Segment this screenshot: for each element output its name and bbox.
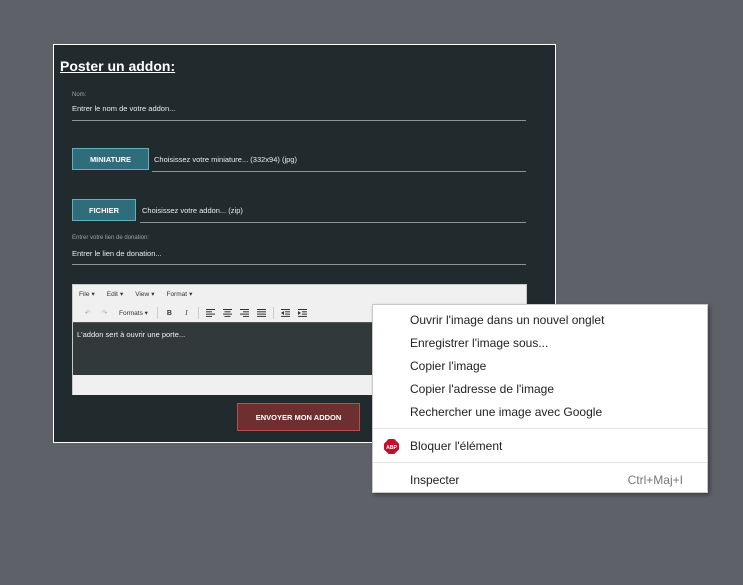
caret-down-icon: ▾ [189,291,193,298]
editor-menubar: File ▾ Edit ▾ View ▾ Format ▾ [73,285,526,303]
ctx-inspect[interactable]: Inspecter Ctrl+Maj+I [373,469,707,491]
donation-input[interactable]: Entrer le lien de donation... [72,249,162,258]
menu-edit-label: Edit [106,290,118,298]
align-right-icon[interactable] [236,306,253,320]
redo-icon[interactable]: ↷ [96,306,113,320]
ctx-save-image-as[interactable]: Enregistrer l'image sous... [373,332,707,354]
menu-view[interactable]: View ▾ [135,290,155,299]
align-center-icon[interactable] [219,306,236,320]
name-label: Nom: [72,92,87,98]
caret-down-icon: ▾ [151,291,155,298]
name-input[interactable]: Entrer le nom de votre addon... [72,104,175,113]
file-button[interactable]: FICHIER [72,199,136,221]
ctx-search-image-google[interactable]: Rechercher une image avec Google [373,401,707,423]
menu-file[interactable]: File ▾ [79,290,95,299]
ctx-copy-image-address[interactable]: Copier l'adresse de l'image [373,378,707,400]
toolbar-divider [197,307,199,319]
undo-icon[interactable]: ↶ [79,306,96,320]
outdent-icon[interactable] [277,306,294,320]
file-underline [140,222,526,223]
align-justify-icon[interactable] [253,306,270,320]
thumbnail-button[interactable]: MINIATURE [72,148,149,170]
formats-label: Formats [119,309,143,317]
menu-file-label: File [79,290,90,298]
ctx-inspect-label: Inspecter [410,473,460,487]
ctx-separator [373,428,707,429]
align-left-icon[interactable] [202,306,219,320]
ctx-inspect-shortcut: Ctrl+Maj+I [627,473,683,487]
menu-edit[interactable]: Edit ▾ [106,290,124,299]
bold-button[interactable]: B [161,306,178,320]
ctx-block-element[interactable]: ABP Bloquer l'élément [373,435,707,457]
context-menu: Ouvrir l'image dans un nouvel onglet Enr… [372,304,708,493]
caret-down-icon: ▾ [144,310,148,317]
page-title: Poster un addon: [60,58,176,74]
ctx-separator [373,462,707,463]
name-input-underline [72,120,526,121]
ctx-block-element-label: Bloquer l'élément [410,439,503,453]
menu-view-label: View [135,290,150,298]
abp-badge-text: ABP [386,445,397,451]
italic-button[interactable]: I [178,306,195,320]
thumbnail-hint: Choisissez votre miniature... (332x94) (… [154,155,297,164]
menu-format-label: Format [166,290,188,298]
adblock-plus-icon: ABP [384,439,399,454]
editor-text: L'addon sert à ouvrir une porte... [77,330,186,339]
ctx-copy-image[interactable]: Copier l'image [373,355,707,377]
donation-label: Entrer votre lien de donation: [72,235,150,241]
menu-format[interactable]: Format ▾ [166,290,193,299]
thumbnail-underline [152,171,526,172]
donation-input-underline [72,264,526,265]
toolbar-divider [272,307,274,319]
indent-icon[interactable] [294,306,311,320]
ctx-open-image-new-tab[interactable]: Ouvrir l'image dans un nouvel onglet [373,309,707,331]
formats-dropdown[interactable]: Formats ▾ [113,306,154,320]
caret-down-icon: ▾ [91,291,95,298]
toolbar-divider [156,307,158,319]
caret-down-icon: ▾ [119,291,124,298]
file-hint: Choisissez votre addon... (zip) [142,206,243,215]
submit-addon-button[interactable]: ENVOYER MON ADDON [237,403,360,431]
